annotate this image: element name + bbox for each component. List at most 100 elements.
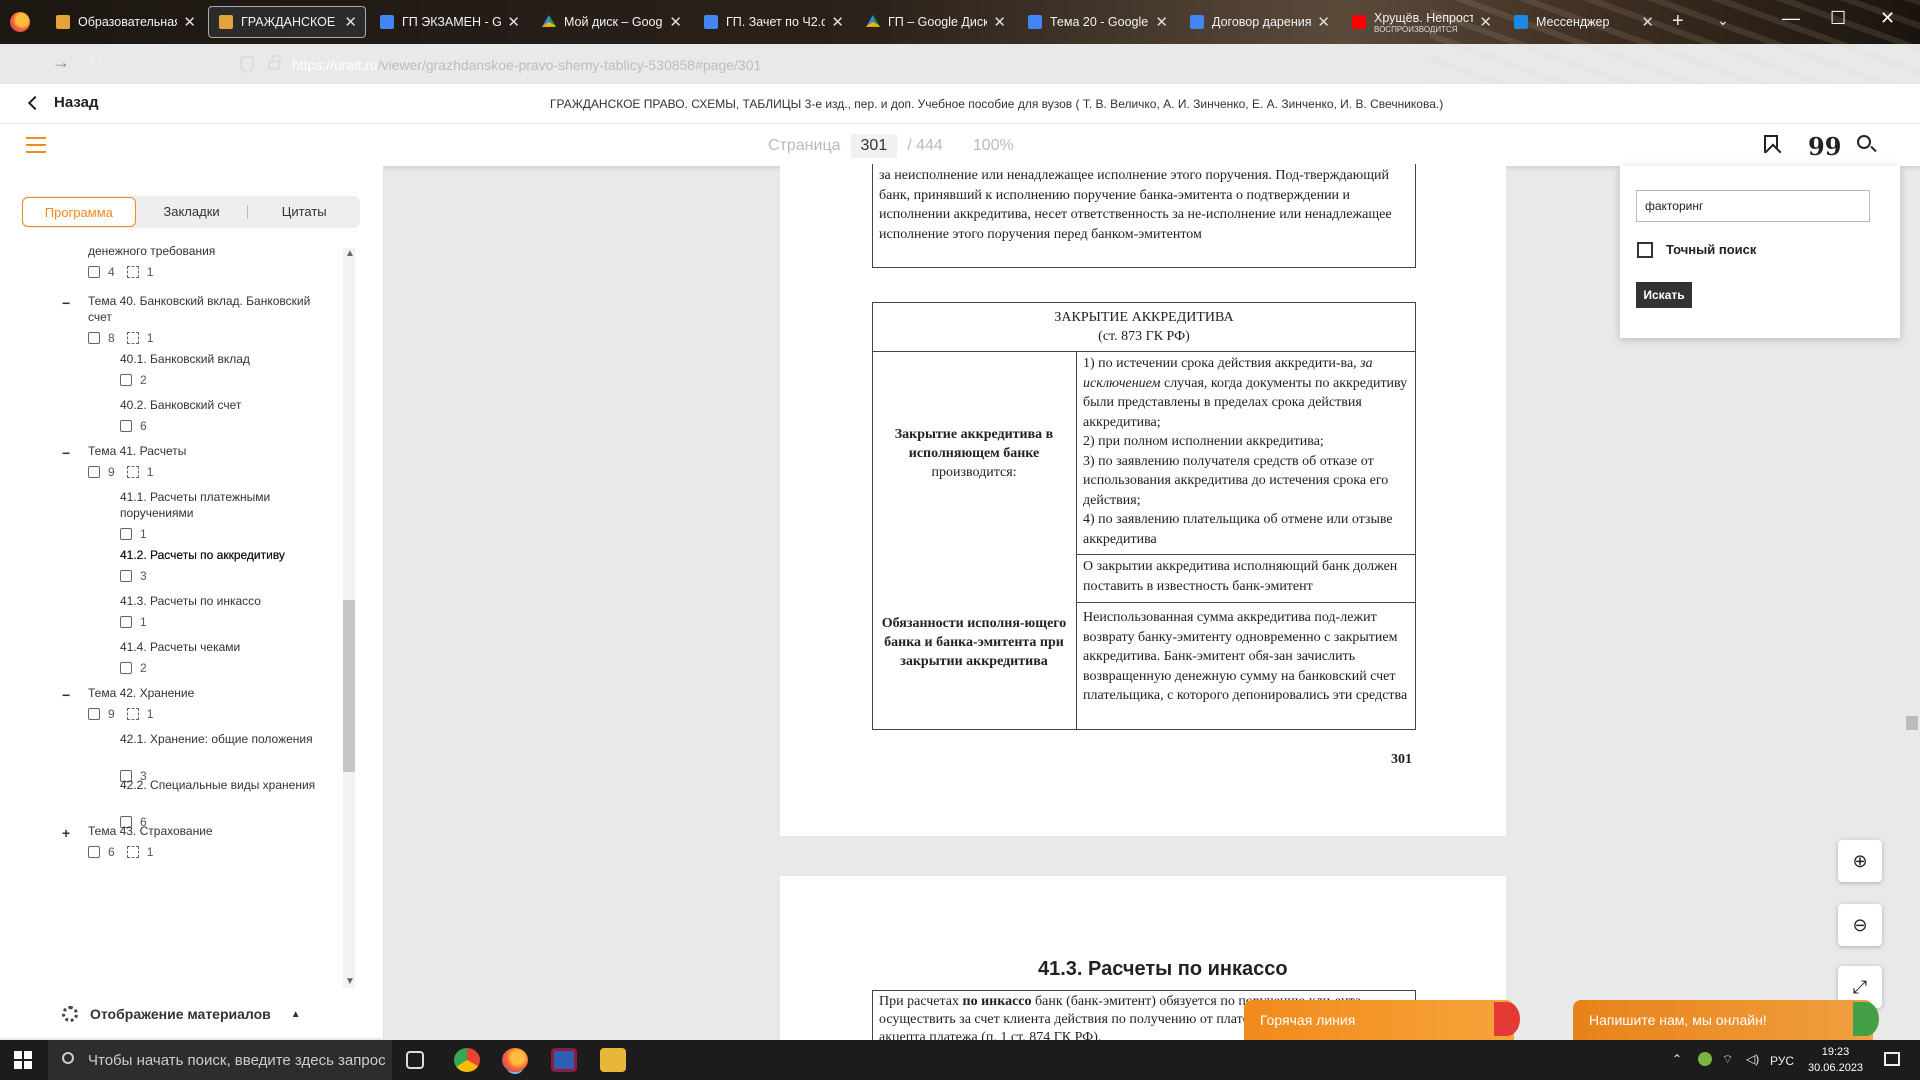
exact-search-checkbox[interactable] [1637,242,1653,258]
url-bar[interactable]: https://urait.ru/viewer/grazhdanskoe-pra… [232,50,1712,80]
language-indicator[interactable]: РУС [1770,1054,1794,1068]
back-arrow-icon[interactable]: ← [16,52,34,73]
new-tab-button[interactable]: + [1672,10,1684,33]
scheme-icon [120,662,132,674]
save-app-icon[interactable] [551,1048,577,1072]
page-number-input[interactable]: 301 [850,134,898,158]
forward-arrow-icon[interactable]: → [52,52,70,73]
maximize-icon[interactable]: ☐ [1830,8,1846,29]
toc-item[interactable]: 42.1. Хранение: общие положения [120,731,320,747]
browser-tab[interactable]: Тема 20 - Google Д ✕ [1018,6,1176,38]
toc-item[interactable]: 40.2. Банковский счет [120,397,320,413]
browser-tab[interactable]: Хрущёв. Непросто ВОСПРОИЗВОДИТСЯ ✕ [1342,6,1500,38]
table-count: 1 [146,265,154,279]
toc-item[interactable]: Тема 40. Банковский вклад. Банковский сч… [88,293,328,325]
tray-chevron-icon[interactable]: ⌃ [1672,1052,1682,1066]
close-tab-icon[interactable]: ✕ [183,13,196,31]
url-host: https://urait.ru [292,57,378,73]
firefox-taskbar-icon[interactable] [502,1048,528,1072]
back-button[interactable]: Назад [27,94,98,111]
toc-item[interactable]: 41.2. Расчеты по аккредитиву [120,547,320,563]
file-explorer-icon[interactable] [600,1048,626,1072]
search-icon[interactable] [1857,135,1871,149]
menu-icon[interactable] [26,137,46,153]
toc-item[interactable]: 40.1. Банковский вклад [120,351,320,367]
tab-subtitle: ВОСПРОИЗВОДИТСЯ [1374,24,1458,34]
browser-tab[interactable]: ГРАЖДАНСКОЕ П ✕ [208,6,366,38]
tab-bookmarks[interactable]: Закладки [136,197,248,227]
zoom-out-icon[interactable]: ⊖ [1838,904,1882,946]
close-tab-icon[interactable]: ✕ [1155,13,1168,31]
task-view-icon[interactable] [406,1051,424,1069]
toc-item-meta: 1 [120,615,147,629]
toc-item[interactable]: Тема 42. Хранение [88,685,328,701]
minimize-icon[interactable]: — [1782,8,1800,29]
scheme-icon [88,466,100,478]
browser-tab[interactable]: ГП ЭКЗАМЕН - Goo ✕ [370,6,528,38]
chrome-icon[interactable] [454,1048,480,1072]
close-tab-icon[interactable]: ✕ [993,13,1006,31]
browser-tab[interactable]: ГП – Google Диск ✕ [856,6,1014,38]
toc-item[interactable]: 41.3. Расчеты по инкассо [120,593,320,609]
close-tab-icon[interactable]: ✕ [669,13,682,31]
reload-icon[interactable]: ↻ [88,52,103,73]
toc-item[interactable]: 41.1. Расчеты платежными поручениями [120,489,320,521]
bookmark-icon[interactable] [1764,135,1778,153]
close-tab-icon[interactable]: ✕ [1317,13,1330,31]
drive-favicon-icon [866,15,880,27]
tab-program[interactable]: Программа [22,197,136,227]
browser-tab[interactable]: Договор дарения.d ✕ [1180,6,1338,38]
hotline-chat-button[interactable]: Горячая линия [1244,1000,1520,1040]
table-icon [126,332,139,344]
toc-item-meta: 6 [120,419,147,433]
chevron-left-icon [27,95,43,110]
top-paragraph-box: за неисполнение или ненадлежащее исполне… [872,164,1416,268]
search-button[interactable]: Искать [1636,282,1692,308]
taskbar-clock[interactable]: 19:23 30.06.2023 [1808,1044,1863,1076]
online-chat-button[interactable]: Напишите нам, мы онлайн! [1573,1000,1879,1040]
close-tab-icon[interactable]: ✕ [1641,13,1654,31]
tab-quotes[interactable]: Цитаты [247,205,360,219]
expand-icon[interactable]: + [62,825,70,841]
toc-item[interactable]: Тема 41. Расчеты [88,443,328,459]
tab-title: Мессенджер [1536,15,1610,29]
display-materials-toggle[interactable]: Отображение материалов ▲ [62,1006,301,1022]
browser-tab[interactable]: ГП. Зачет по Ч2.do ✕ [694,6,852,38]
volume-icon[interactable]: ◁) [1746,1052,1759,1066]
taskbar-search-box[interactable]: Чтобы начать поиск, введите здесь запрос [48,1040,392,1080]
toc-item[interactable]: 42.2. Специальные виды хранения [120,777,320,793]
notifications-icon[interactable] [1884,1052,1900,1066]
wifi-icon[interactable]: ⌔ [1722,1052,1733,1067]
close-window-icon[interactable]: ✕ [1880,8,1895,29]
sidebar-scrollbar-thumb[interactable] [343,600,355,772]
zoom-in-icon[interactable]: ⊕ [1838,840,1882,882]
close-tab-icon[interactable]: ✕ [831,13,844,31]
collapse-icon[interactable]: − [62,445,70,461]
table-subtitle: (ст. 873 ГК РФ) [1098,329,1190,344]
close-tab-icon[interactable]: ✕ [344,13,357,31]
list-tabs-icon[interactable]: ⌄ [1717,12,1729,29]
tray-app-icon[interactable] [1698,1052,1712,1066]
collapse-icon[interactable]: − [62,295,70,311]
toc-item[interactable]: Тема 43. Страхование [88,823,328,839]
quotes-icon[interactable]: 99 [1808,132,1841,161]
scheme-icon [88,332,100,344]
browser-tab[interactable]: Мессенджер ✕ [1504,6,1662,38]
close-tab-icon[interactable]: ✕ [1479,13,1492,31]
row1-left-cell: Закрытие аккредитива в исполняющем банке… [872,352,1077,555]
scroll-down-icon[interactable]: ▼ [345,976,355,987]
page-scrollbar-thumb[interactable] [1906,716,1918,730]
firefox-icon[interactable] [10,12,30,32]
scroll-up-icon[interactable]: ▲ [345,248,355,259]
scheme-icon [88,266,100,278]
bookmark-star-icon[interactable]: ☆ [1662,50,1680,75]
browser-tab[interactable]: Образовательная п ✕ [46,6,204,38]
search-input[interactable] [1636,190,1870,222]
windows-start-icon[interactable] [14,1051,32,1069]
toc-item[interactable]: денежного требования [88,243,328,259]
toc-item[interactable]: 41.4. Расчеты чеками [120,639,320,655]
row1-left-tail: производится: [931,465,1017,480]
browser-tab[interactable]: Мой диск – Google ✕ [532,6,690,38]
close-tab-icon[interactable]: ✕ [507,13,520,31]
collapse-icon[interactable]: − [62,687,70,703]
